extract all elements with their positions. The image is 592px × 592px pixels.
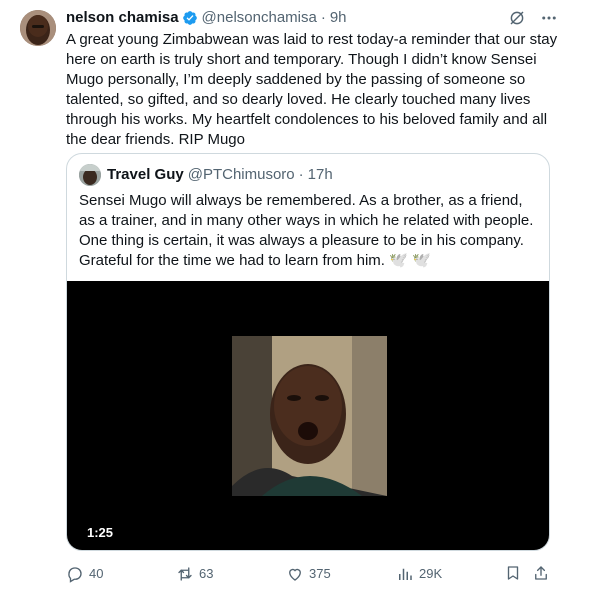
share-button[interactable] [532, 564, 550, 582]
quoted-tweet-text: Sensei Mugo will always be remembered. A… [79, 192, 534, 269]
tweet-text: A great young Zimbabwean was laid to res… [66, 31, 558, 148]
quoted-author-avatar[interactable] [79, 164, 101, 186]
video-thumbnail [232, 336, 387, 496]
quoted-author-name[interactable]: Travel Guy [107, 165, 184, 185]
more-icon[interactable] [540, 9, 558, 27]
repost-count: 63 [199, 566, 214, 581]
video-player[interactable]: 1:25 [67, 281, 549, 550]
tweet[interactable]: nelson chamisa @nelsonchamisa · 9h A gre… [0, 0, 592, 592]
bookmark-button[interactable] [504, 564, 522, 582]
quoted-tweet[interactable]: Travel Guy @PTChimusoro · 17h Sensei Mug… [66, 153, 550, 551]
view-count: 29K [419, 566, 443, 581]
quoted-tweet-time[interactable]: 17h [308, 165, 333, 185]
tweet-time[interactable]: 9h [330, 8, 347, 28]
bookmark-icon [504, 564, 522, 582]
repost-icon [176, 565, 194, 583]
grok-icon[interactable] [508, 9, 526, 27]
quoted-author-handle[interactable]: @PTChimusoro [188, 165, 295, 185]
tweet-top-actions [508, 9, 558, 27]
author-handle[interactable]: @nelsonchamisa [202, 8, 317, 28]
author-name[interactable]: nelson chamisa [66, 8, 179, 28]
views-button[interactable]: 29K [396, 564, 442, 584]
tweet-header: nelson chamisa @nelsonchamisa · 9h [66, 8, 506, 28]
views-icon [396, 565, 414, 583]
reply-count: 40 [89, 566, 104, 581]
quoted-tweet-header: Travel Guy @PTChimusoro · 17h [107, 165, 333, 185]
reply-button[interactable]: 40 [66, 564, 103, 584]
separator-dot: · [298, 166, 304, 183]
share-icon [532, 564, 550, 582]
author-avatar[interactable] [20, 10, 56, 46]
reply-icon [66, 565, 84, 583]
verified-badge-icon [182, 10, 198, 26]
repost-button[interactable]: 63 [176, 564, 213, 584]
separator-dot: · [320, 9, 326, 26]
tweet-actions: 40 63 375 29K [66, 564, 556, 584]
like-count: 375 [309, 566, 331, 581]
like-button[interactable]: 375 [286, 564, 331, 584]
like-icon [286, 565, 304, 583]
video-duration: 1:25 [87, 525, 114, 540]
